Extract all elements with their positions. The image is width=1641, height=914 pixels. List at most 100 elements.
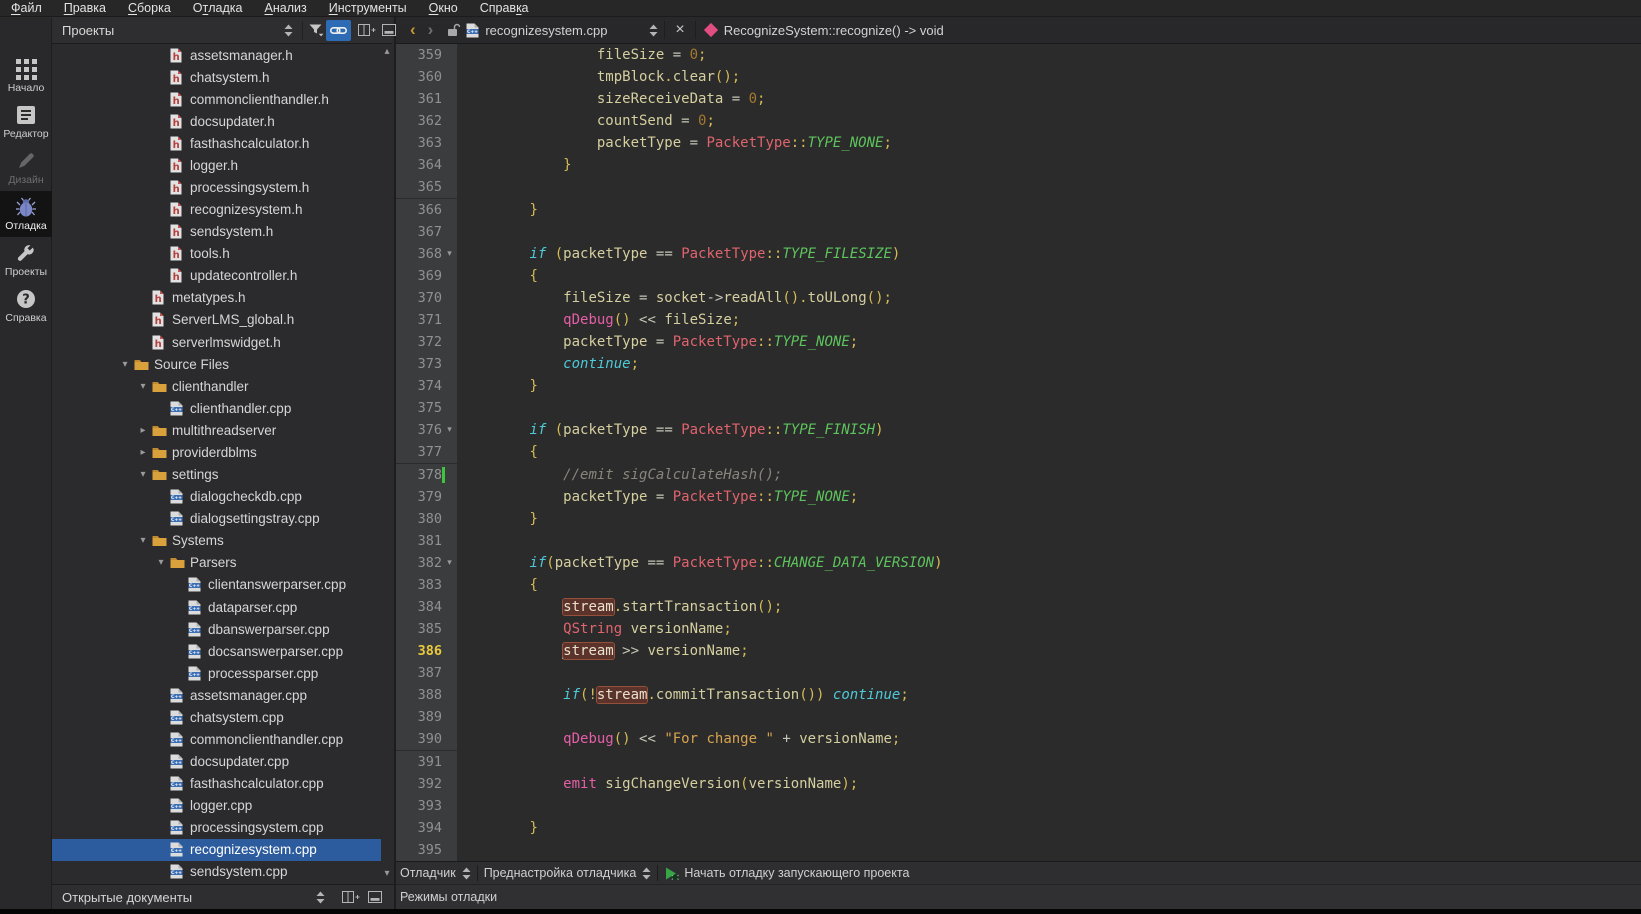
code-text[interactable]: if (packetType == PacketType::TYPE_FILES… xyxy=(457,243,900,265)
code-line[interactable]: 376▾ if (packetType == PacketType::TYPE_… xyxy=(396,419,1641,441)
chevron-right-icon[interactable]: ▸ xyxy=(134,425,152,436)
code-line[interactable]: 378 //emit sigCalculateHash(); xyxy=(396,464,1641,486)
line-number[interactable]: 385 xyxy=(396,621,442,637)
mode-projects[interactable]: Проекты xyxy=(0,237,52,283)
line-number-gutter[interactable]: 373 xyxy=(396,353,457,375)
menu-файл[interactable]: Файл xyxy=(0,0,53,16)
code-text[interactable]: qDebug() << fileSize; xyxy=(457,309,740,331)
line-number-gutter[interactable]: 385 xyxy=(396,618,457,640)
start-debug-button[interactable]: Начать отладку запускающего проекта xyxy=(684,866,909,880)
sort-updown-icon[interactable] xyxy=(649,24,658,37)
line-number-gutter[interactable]: 367 xyxy=(396,221,457,243)
tab-filename[interactable]: recognizesystem.cpp xyxy=(485,23,643,38)
code-line[interactable]: 371 qDebug() << fileSize; xyxy=(396,309,1641,331)
tree-item[interactable]: C++dbanswerparser.cpp xyxy=(52,618,381,640)
tree-item[interactable]: C++clienthandler.cpp xyxy=(52,397,381,419)
tree-item[interactable]: hchatsystem.h xyxy=(52,66,381,88)
line-number-gutter[interactable]: 387 xyxy=(396,662,457,684)
panel-title[interactable]: Проекты xyxy=(62,23,114,38)
close-icon[interactable]: × xyxy=(671,21,688,39)
code-line[interactable]: 393 xyxy=(396,795,1641,817)
line-number[interactable]: 394 xyxy=(396,820,442,836)
forward-icon[interactable]: › xyxy=(422,20,440,40)
chevron-down-icon[interactable]: ▾ xyxy=(116,359,134,370)
code-text[interactable]: packetType = PacketType::TYPE_NONE; xyxy=(457,132,892,154)
line-number[interactable]: 378 xyxy=(396,467,442,483)
mode-help[interactable]: ?Справка xyxy=(0,283,52,329)
line-number-gutter[interactable]: 378 xyxy=(396,464,457,486)
menu-сборка[interactable]: Сборка xyxy=(117,0,182,16)
line-number[interactable]: 364 xyxy=(396,157,442,173)
line-number[interactable]: 374 xyxy=(396,378,442,394)
line-number[interactable]: 389 xyxy=(396,709,442,725)
tree-item[interactable]: C++logger.cpp xyxy=(52,795,381,817)
code-line[interactable]: 361 sizeReceiveData = 0; xyxy=(396,88,1641,110)
code-line[interactable]: 380 } xyxy=(396,508,1641,530)
code-text[interactable] xyxy=(457,176,462,198)
mode-design[interactable]: Дизайн xyxy=(0,145,52,191)
tree-item[interactable]: hrecognizesystem.h xyxy=(52,199,381,221)
tree-item[interactable]: hServerLMS_global.h xyxy=(52,309,381,331)
line-number[interactable]: 387 xyxy=(396,665,442,681)
line-number-gutter[interactable]: 361 xyxy=(396,88,457,110)
line-number[interactable]: 390 xyxy=(396,731,442,747)
code-text[interactable]: } xyxy=(457,199,538,221)
line-number-gutter[interactable]: 391 xyxy=(396,751,457,773)
line-number-gutter[interactable]: 377 xyxy=(396,441,457,463)
tree-item[interactable]: ▾Parsers xyxy=(52,552,381,574)
chevron-down-icon[interactable]: ▾ xyxy=(152,557,170,568)
code-text[interactable]: emit sigChangeVersion(versionName); xyxy=(457,773,858,795)
code-line[interactable]: 381 xyxy=(396,530,1641,552)
line-number-gutter[interactable]: 376▾ xyxy=(396,419,457,441)
menu-правка[interactable]: Правка xyxy=(53,0,117,16)
line-number[interactable]: 363 xyxy=(396,135,442,151)
line-number[interactable]: 386 xyxy=(396,643,442,659)
tree-item[interactable]: C++commonclienthandler.cpp xyxy=(52,728,381,750)
tree-item[interactable]: C++assetsmanager.cpp xyxy=(52,684,381,706)
line-number-gutter[interactable]: 364 xyxy=(396,154,457,176)
code-text[interactable]: stream >> versionName; xyxy=(457,640,749,662)
line-number-gutter[interactable]: 363 xyxy=(396,132,457,154)
code-text[interactable]: if(!stream.commitTransaction()) continue… xyxy=(457,684,909,706)
line-number-gutter[interactable]: 365 xyxy=(396,176,457,198)
line-number-gutter[interactable]: 386 xyxy=(396,640,457,662)
tree-item[interactable]: ▾settings xyxy=(52,464,381,486)
code-line[interactable]: 383 { xyxy=(396,574,1641,596)
chevron-down-icon[interactable]: ▾ xyxy=(134,381,152,392)
code-line[interactable]: 365 xyxy=(396,176,1641,198)
tree-item[interactable]: C++dialogsettingstray.cpp xyxy=(52,508,381,530)
tree-item[interactable]: hprocessingsystem.h xyxy=(52,176,381,198)
code-line[interactable]: 368▾ if (packetType == PacketType::TYPE_… xyxy=(396,243,1641,265)
lock-icon[interactable] xyxy=(447,23,460,37)
collapse-panel-icon[interactable] xyxy=(382,24,396,36)
code-line[interactable]: 389 xyxy=(396,706,1641,728)
tree-item[interactable]: C++processingsystem.cpp xyxy=(52,817,381,839)
code-text[interactable] xyxy=(457,530,462,552)
line-number[interactable]: 395 xyxy=(396,842,442,858)
line-number[interactable]: 370 xyxy=(396,290,442,306)
line-number[interactable]: 392 xyxy=(396,776,442,792)
scroll-up-icon[interactable]: ▴ xyxy=(380,46,394,57)
line-number-gutter[interactable]: 366 xyxy=(396,199,457,221)
line-number-gutter[interactable]: 383 xyxy=(396,574,457,596)
line-number-gutter[interactable]: 371 xyxy=(396,309,457,331)
line-number-gutter[interactable]: 359 xyxy=(396,44,457,66)
mode-welcome[interactable]: Начало xyxy=(0,53,52,99)
tree-item[interactable]: C++processparser.cpp xyxy=(52,662,381,684)
line-number[interactable]: 367 xyxy=(396,224,442,240)
code-line[interactable]: 379 packetType = PacketType::TYPE_NONE; xyxy=(396,486,1641,508)
tree-item[interactable]: ▸providerdblms xyxy=(52,441,381,463)
line-number[interactable]: 373 xyxy=(396,356,442,372)
tree-item[interactable]: C++dataparser.cpp xyxy=(52,596,381,618)
line-number-gutter[interactable]: 393 xyxy=(396,795,457,817)
tree-item[interactable]: ▸multithreadserver xyxy=(52,419,381,441)
split-icon[interactable] xyxy=(358,24,376,37)
tree-item[interactable]: C++chatsystem.cpp xyxy=(52,706,381,728)
code-line[interactable]: 372 packetType = PacketType::TYPE_NONE; xyxy=(396,331,1641,353)
chevron-down-icon[interactable]: ▾ xyxy=(134,469,152,480)
line-number[interactable]: 382 xyxy=(396,555,442,571)
line-number[interactable]: 377 xyxy=(396,444,442,460)
tree-item[interactable]: hserverlmswidget.h xyxy=(52,331,381,353)
fold-arrow-icon[interactable]: ▾ xyxy=(442,558,457,568)
code-text[interactable]: fileSize = 0; xyxy=(457,44,706,66)
